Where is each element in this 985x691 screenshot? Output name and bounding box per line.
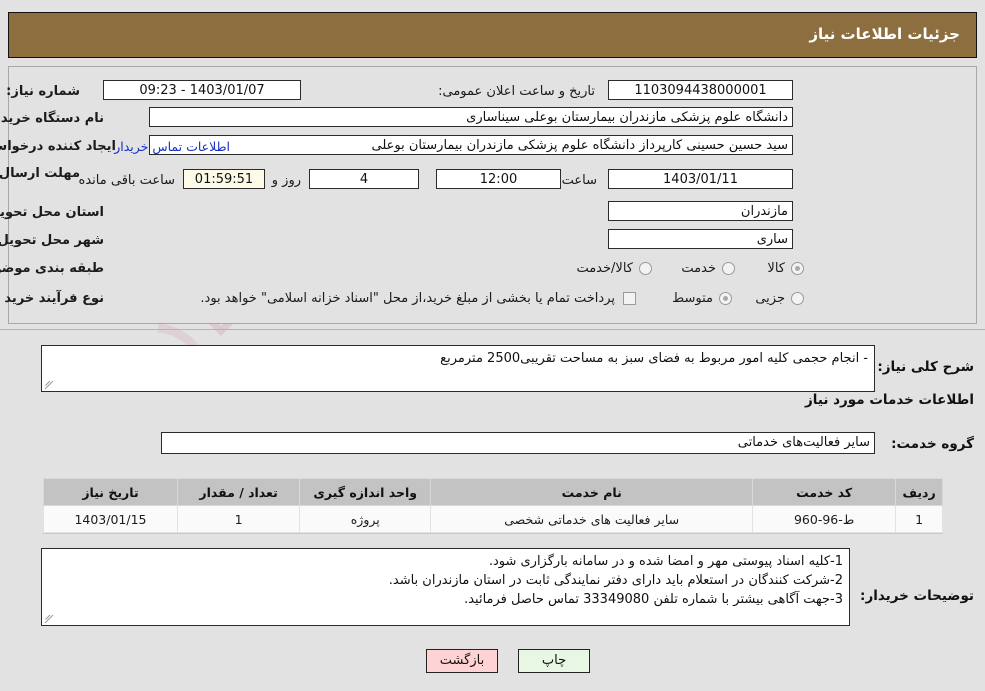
category-label: طبقه بندی موضوعی: <box>0 261 104 276</box>
buyer-notes-textarea[interactable]: 1-کلیه اسناد پیوستی مهر و امضا شده و در … <box>41 548 850 626</box>
treasury-bonds-checkbox[interactable] <box>623 292 636 305</box>
page-title: جزئیات اطلاعات نیاز <box>809 25 960 43</box>
col-unit: واحد اندازه گیری <box>299 478 432 506</box>
buyer-contact-link[interactable]: اطلاعات تماس خریدار <box>114 139 230 154</box>
service-group-label: گروه خدمت: <box>891 436 974 452</box>
radio-process-motavaset-label[interactable]: متوسط <box>672 291 713 306</box>
table-header-row: ردیف کد خدمت نام خدمت واحد اندازه گیری ت… <box>43 478 943 506</box>
buyer-note-line: 1-کلیه اسناد پیوستی مهر و امضا شده و در … <box>488 554 843 569</box>
buyer-note-line: 2-شرکت کنندگان در استعلام باید دارای دفت… <box>388 573 843 588</box>
radio-process-jozii[interactable] <box>791 292 804 305</box>
city-field[interactable]: ساری <box>608 229 793 249</box>
city-label: شهر محل تحویل: <box>0 233 104 248</box>
deadline-time-label: ساعت <box>561 173 597 188</box>
requester-field[interactable]: سید حسین حسینی کارپرداز دانشگاه علوم پزش… <box>149 135 793 155</box>
treasury-bonds-label: پرداخت تمام یا بخشی از مبلغ خرید،از محل … <box>200 291 615 306</box>
cell-row: 1 <box>895 505 943 533</box>
deadline-time-field[interactable]: 12:00 <box>436 169 561 189</box>
province-label: استان محل تحویل: <box>0 205 104 220</box>
col-date: تاریخ نیاز <box>43 478 178 506</box>
cell-unit: پروژه <box>299 505 432 533</box>
col-qty: تعداد / مقدار <box>176 478 301 506</box>
deadline-label: مهلت ارسال پاسخ: تا تاریخ: <box>0 166 80 182</box>
radio-process-jozii-label[interactable]: جزیی <box>755 291 785 306</box>
resize-grip-icon[interactable] <box>44 612 56 624</box>
remaining-countdown-field: 01:59:51 <box>183 169 265 189</box>
process-type-label: نوع فرآیند خرید : <box>0 291 104 306</box>
window-titlebar: جزئیات اطلاعات نیاز <box>8 12 977 58</box>
services-table: ردیف کد خدمت نام خدمت واحد اندازه گیری ت… <box>43 478 943 533</box>
resize-grip-icon[interactable] <box>44 378 56 390</box>
description-label: شرح کلی نیاز: <box>877 359 974 375</box>
back-button[interactable]: بازگشت <box>426 649 498 673</box>
buyer-org-field[interactable]: دانشگاه علوم پزشکی مازندران بیمارستان بو… <box>149 107 793 127</box>
need-number-label: شماره نیاز: <box>6 84 80 99</box>
col-name: نام خدمت <box>430 478 754 506</box>
col-code: کد خدمت <box>752 478 897 506</box>
announcement-datetime-field[interactable]: 09:23 - 1403/01/07 <box>103 80 301 100</box>
need-info-panel <box>8 66 977 324</box>
radio-category-kala-khedmat-label[interactable]: کالا/خدمت <box>576 261 633 276</box>
page-root: iranTender.net جزئیات اطلاعات نیاز شماره… <box>0 0 985 691</box>
radio-category-khedmat-label[interactable]: خدمت <box>681 261 716 276</box>
col-row: ردیف <box>895 478 943 506</box>
services-section-title: اطلاعات خدمات مورد نیاز <box>804 392 974 408</box>
service-group-field[interactable]: سایر فعالیت‌های خدماتی <box>161 432 875 454</box>
remaining-days-label: روز و <box>271 173 301 188</box>
buyer-org-label: نام دستگاه خریدار: <box>0 111 104 126</box>
print-button[interactable]: چاپ <box>518 649 590 673</box>
cell-name: سایر فعالیت های خدماتی شخصی <box>430 505 754 533</box>
table-row[interactable]: 1 ط-96-960 سایر فعالیت های خدماتی شخصی پ… <box>43 505 943 533</box>
requester-label: ایجاد کننده درخواست: <box>0 139 116 154</box>
buyer-note-line: 3-جهت آگاهی بیشتر با شماره تلفن 33349080… <box>464 592 843 607</box>
deadline-label-text: مهلت ارسال پاسخ: تا تاریخ: <box>0 166 80 181</box>
remaining-days-field[interactable]: 4 <box>309 169 419 189</box>
radio-process-motavaset[interactable] <box>719 292 732 305</box>
cell-date: 1403/01/15 <box>43 505 178 533</box>
province-field[interactable]: مازندران <box>608 201 793 221</box>
description-textarea[interactable]: - انجام حجمی کلیه امور مربوط به فضای سبز… <box>41 345 875 392</box>
need-number-field[interactable]: 1103094438000001 <box>608 80 793 100</box>
radio-category-kala-label[interactable]: کالا <box>767 261 785 276</box>
remaining-suffix-label: ساعت باقی مانده <box>78 173 175 188</box>
section-divider <box>0 329 985 330</box>
radio-category-kala[interactable] <box>791 262 804 275</box>
radio-category-khedmat[interactable] <box>722 262 735 275</box>
announcement-datetime-label: تاریخ و ساعت اعلان عمومی: <box>438 84 595 99</box>
cell-code: ط-96-960 <box>752 505 897 533</box>
cell-qty: 1 <box>176 505 301 533</box>
deadline-date-field[interactable]: 1403/01/11 <box>608 169 793 189</box>
buyer-notes-label: توضیحات خریدار: <box>860 588 974 604</box>
radio-category-kala-khedmat[interactable] <box>639 262 652 275</box>
description-text: - انجام حجمی کلیه امور مربوط به فضای سبز… <box>440 351 868 366</box>
